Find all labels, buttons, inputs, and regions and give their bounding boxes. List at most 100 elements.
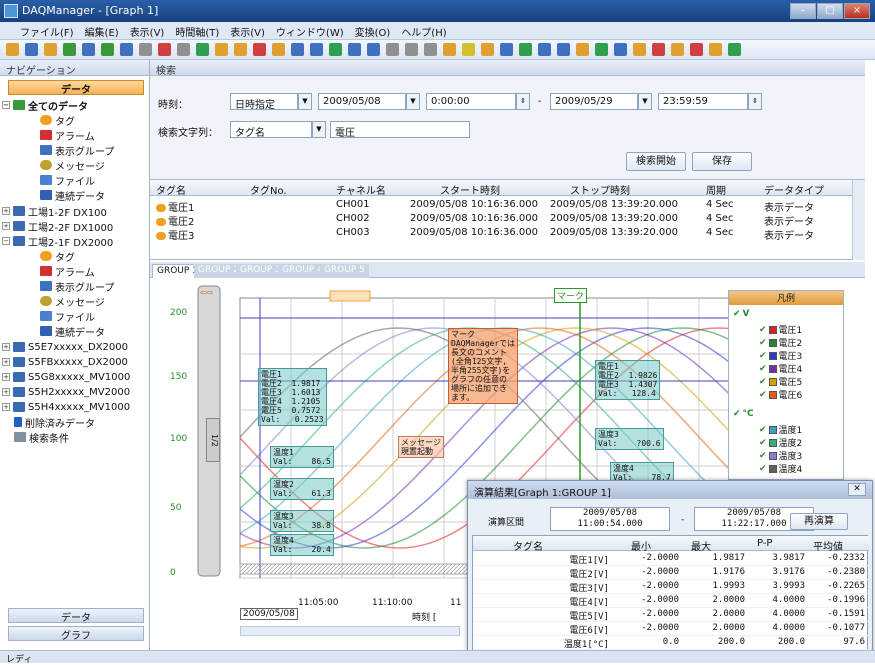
zoom-cursor-handle[interactable]: 1/2 bbox=[206, 418, 220, 462]
toolbar-tool-icon[interactable] bbox=[386, 43, 399, 56]
tab-group-5[interactable]: GROUP 5 bbox=[320, 264, 369, 278]
table-row[interactable]: 電圧1 CH001 2009/05/08 10:16:36.000 2009/05/0… bbox=[150, 198, 852, 214]
column-header[interactable]: P-P bbox=[757, 538, 772, 549]
column-header[interactable]: ストップ時刻 bbox=[570, 182, 630, 197]
tree-item-continuous-data[interactable]: 連続データ bbox=[40, 188, 105, 203]
toolbar-tool-icon[interactable] bbox=[519, 43, 532, 56]
toolbar-tool-icon[interactable] bbox=[177, 43, 190, 56]
legend-item[interactable]: ✔ 電圧2 bbox=[759, 336, 802, 350]
toolbar-tool-icon[interactable] bbox=[405, 43, 418, 56]
tree-item-s5h2[interactable]: + S5H2xxxxx_MV2000 bbox=[2, 385, 130, 399]
tree-item-display-group-2[interactable]: 表示グループ bbox=[40, 279, 114, 294]
tree-item-s5h4[interactable]: + S5H4xxxxx_MV1000 bbox=[2, 400, 130, 414]
end-time-spinner[interactable]: ⇕ bbox=[748, 93, 762, 110]
toolbar-tool-icon[interactable] bbox=[63, 43, 76, 56]
right-temp3-callout[interactable]: 温度3 Val: ?00.6 bbox=[595, 428, 664, 450]
tree-item-s5e7[interactable]: + S5E7xxxxx_DX2000 bbox=[2, 340, 128, 354]
calc-row[interactable]: 電圧5[V] -2.0000 2.0000 4.0000 -0.1591 bbox=[473, 608, 869, 622]
toolbar-tool-icon[interactable] bbox=[424, 43, 437, 56]
toolbar-tool-icon[interactable] bbox=[44, 43, 57, 56]
save-button[interactable]: 保存 bbox=[692, 152, 752, 171]
message-annotation[interactable]: メッセージ 現置起動 bbox=[398, 436, 444, 458]
legend-unit-volts[interactable]: ✔ V bbox=[733, 309, 750, 319]
recalculate-button[interactable]: 再演算 bbox=[790, 513, 848, 530]
toolbar-tool-icon[interactable] bbox=[310, 43, 323, 56]
tree-item-search-conditions[interactable]: 検索条件 bbox=[14, 430, 69, 445]
cursor-arrows-icon[interactable]: ⇦⇨ bbox=[200, 288, 218, 300]
legend-item[interactable]: ✔ 電圧5 bbox=[759, 375, 802, 389]
right-value-callout[interactable]: 電圧1 電圧2 1.9826 電圧3 1.4307 Val: 128.4 bbox=[595, 360, 661, 400]
nav-graph-button[interactable]: グラフ bbox=[8, 626, 144, 642]
start-date-field[interactable]: 2009/05/08 bbox=[318, 93, 406, 110]
column-header[interactable]: 周期 bbox=[706, 182, 726, 197]
toolbar-tool-icon[interactable] bbox=[25, 43, 38, 56]
table-row[interactable]: 電圧2 CH002 2009/05/08 10:16:36.000 2009/05/0… bbox=[150, 212, 852, 228]
comment-annotation[interactable]: マーク DAQManagerでは 長文のコメント (全角125文字, 半角255… bbox=[448, 328, 519, 404]
toolbar-tool-icon[interactable] bbox=[728, 43, 741, 56]
tree-item-s5fb[interactable]: + S5FBxxxxx_DX2000 bbox=[2, 355, 128, 369]
marker-label[interactable]: マーク bbox=[554, 288, 588, 303]
menu-view[interactable]: 表示(V) bbox=[130, 24, 165, 39]
legend-item[interactable]: ✔ 電圧6 bbox=[759, 388, 802, 402]
start-date-dropdown-icon[interactable]: ▼ bbox=[406, 93, 420, 110]
column-header[interactable]: 最小 bbox=[631, 538, 651, 553]
toolbar-tool-icon[interactable] bbox=[291, 43, 304, 56]
column-header[interactable]: データタイプ bbox=[764, 182, 824, 197]
calc-from-field[interactable]: 2009/05/08 11:00:54.000 bbox=[550, 507, 670, 531]
table-row[interactable]: 電圧3 CH003 2009/05/08 10:16:36.000 2009/05/0… bbox=[150, 226, 852, 242]
end-date-field[interactable]: 2009/05/29 bbox=[550, 93, 638, 110]
tree-item-factory1[interactable]: + 工場1-2F DX100 bbox=[2, 204, 107, 219]
calc-row[interactable]: 電圧2[V] -2.0000 1.9176 3.9176 -0.2380 bbox=[473, 566, 869, 580]
column-header[interactable]: 最大 bbox=[691, 538, 711, 553]
toolbar-tool-icon[interactable] bbox=[481, 43, 494, 56]
tree-item-alarm-2[interactable]: アラーム bbox=[40, 264, 95, 279]
legend-item[interactable]: ✔ 電圧1 bbox=[759, 323, 802, 337]
tree-item-all-data[interactable]: − 全てのデータ bbox=[2, 98, 88, 113]
toolbar-tool-icon[interactable] bbox=[6, 43, 19, 56]
tree-item-factory2-1f[interactable]: − 工場2-1F DX2000 bbox=[2, 234, 113, 249]
toolbar-tool-icon[interactable] bbox=[329, 43, 342, 56]
toolbar-tool-icon[interactable] bbox=[215, 43, 228, 56]
toolbar-tool-icon[interactable] bbox=[462, 43, 475, 56]
end-date-dropdown-icon[interactable]: ▼ bbox=[638, 93, 652, 110]
toolbar-tool-icon[interactable] bbox=[709, 43, 722, 56]
toolbar-tool-icon[interactable] bbox=[538, 43, 551, 56]
end-time-field[interactable]: 23:59:59 bbox=[658, 93, 748, 110]
toolbar-tool-icon[interactable] bbox=[595, 43, 608, 56]
chart-scrollbar[interactable] bbox=[240, 626, 460, 636]
menu-help[interactable]: ヘルプ(H) bbox=[401, 24, 446, 39]
menu-display[interactable]: 表示(V) bbox=[230, 24, 265, 39]
column-header[interactable]: チャネル名 bbox=[336, 182, 386, 197]
column-header[interactable]: 平均値 bbox=[813, 538, 843, 553]
nav-data-button[interactable]: データ bbox=[8, 608, 144, 624]
data-header[interactable]: データ bbox=[8, 80, 144, 96]
calc-row[interactable]: 温度1[°C] 0.0 200.0 200.0 97.6 bbox=[473, 636, 869, 650]
temp1-callout[interactable]: 温度1 Val: 86.5 bbox=[270, 446, 334, 468]
toolbar-tool-icon[interactable] bbox=[272, 43, 285, 56]
time-mode-select[interactable]: 日時指定 bbox=[230, 93, 298, 110]
toolbar-tool-icon[interactable] bbox=[367, 43, 380, 56]
toolbar-tool-icon[interactable] bbox=[576, 43, 589, 56]
legend-item[interactable]: ✔ 電圧3 bbox=[759, 349, 802, 363]
minimize-button[interactable]: – bbox=[790, 3, 816, 19]
toolbar-tool-icon[interactable] bbox=[234, 43, 247, 56]
temp3-callout[interactable]: 温度3 Val: 38.8 bbox=[270, 510, 334, 532]
legend-unit-celsius[interactable]: ✔ °C bbox=[733, 409, 754, 419]
table-scrollbar[interactable] bbox=[852, 180, 865, 260]
tree-item-tags-2[interactable]: タグ bbox=[40, 249, 75, 264]
toolbar-tool-icon[interactable] bbox=[557, 43, 570, 56]
string-mode-dropdown-icon[interactable]: ▼ bbox=[312, 121, 326, 138]
maximize-button[interactable]: □ bbox=[817, 3, 843, 19]
tree-item-tags[interactable]: タグ bbox=[40, 113, 75, 128]
dialog-close-icon[interactable]: ✕ bbox=[848, 483, 866, 496]
toolbar-tool-icon[interactable] bbox=[633, 43, 646, 56]
toolbar-tool-icon[interactable] bbox=[348, 43, 361, 56]
start-time-field[interactable]: 0:00:00 bbox=[426, 93, 516, 110]
close-button[interactable]: × bbox=[844, 3, 870, 19]
tree-item-s5g8[interactable]: + S5G8xxxxx_MV1000 bbox=[2, 370, 130, 384]
tree-item-message-2[interactable]: メッセージ bbox=[40, 294, 105, 309]
toolbar-tool-icon[interactable] bbox=[671, 43, 684, 56]
calc-row[interactable]: 電圧6[V] -2.0000 2.0000 4.0000 -0.1077 bbox=[473, 622, 869, 636]
string-mode-select[interactable]: タグ名 bbox=[230, 121, 312, 138]
toolbar-tool-icon[interactable] bbox=[253, 43, 266, 56]
